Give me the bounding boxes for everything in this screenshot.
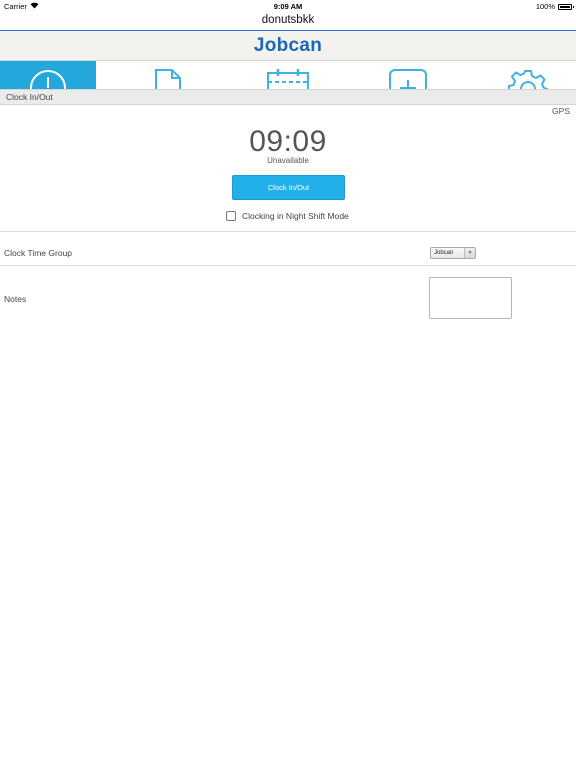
status-bar: Carrier 9:09 AM 100% bbox=[0, 0, 576, 12]
night-shift-label: Clocking in Night Shift Mode bbox=[242, 211, 349, 221]
section-header: Clock In/Out bbox=[0, 89, 576, 105]
clock-in-out-button[interactable]: Clock In/Out bbox=[232, 175, 345, 200]
battery-percent: 100% bbox=[535, 2, 555, 11]
gps-label: GPS bbox=[552, 106, 570, 116]
tab-clock[interactable] bbox=[0, 61, 96, 89]
tab-bar bbox=[0, 61, 576, 89]
divider bbox=[0, 265, 576, 266]
calendar-icon bbox=[267, 69, 309, 89]
time-group-select[interactable]: Jobcan ▼ bbox=[430, 247, 476, 259]
tab-add[interactable] bbox=[360, 61, 456, 89]
battery-indicator: 100% bbox=[535, 2, 574, 11]
nav-title: donutsbkk bbox=[0, 12, 576, 31]
document-icon bbox=[155, 69, 181, 89]
clock-time: 09:09 bbox=[249, 125, 327, 158]
tab-request[interactable] bbox=[120, 61, 216, 89]
night-shift-option[interactable]: Clocking in Night Shift Mode bbox=[226, 211, 349, 221]
tab-settings[interactable] bbox=[480, 61, 576, 89]
battery-fill bbox=[560, 5, 570, 8]
logo-bar: Jobcan bbox=[0, 31, 576, 61]
divider bbox=[0, 231, 576, 232]
notes-input[interactable] bbox=[429, 277, 512, 319]
battery-icon bbox=[558, 3, 574, 10]
tab-calendar[interactable] bbox=[240, 61, 336, 89]
time-group-value: Jobcan bbox=[434, 250, 454, 256]
night-shift-checkbox[interactable] bbox=[226, 211, 236, 221]
notes-label: Notes bbox=[4, 294, 27, 304]
clock-status: Unavailable bbox=[267, 156, 309, 165]
status-time: 9:09 AM bbox=[273, 2, 303, 11]
clock-icon bbox=[30, 70, 66, 89]
jobcan-logo: Jobcan bbox=[253, 34, 323, 56]
chevron-down-icon: ▼ bbox=[464, 248, 475, 258]
time-group-label: Clock Time Group bbox=[4, 248, 73, 258]
gear-icon bbox=[508, 70, 548, 89]
add-icon bbox=[389, 69, 427, 89]
